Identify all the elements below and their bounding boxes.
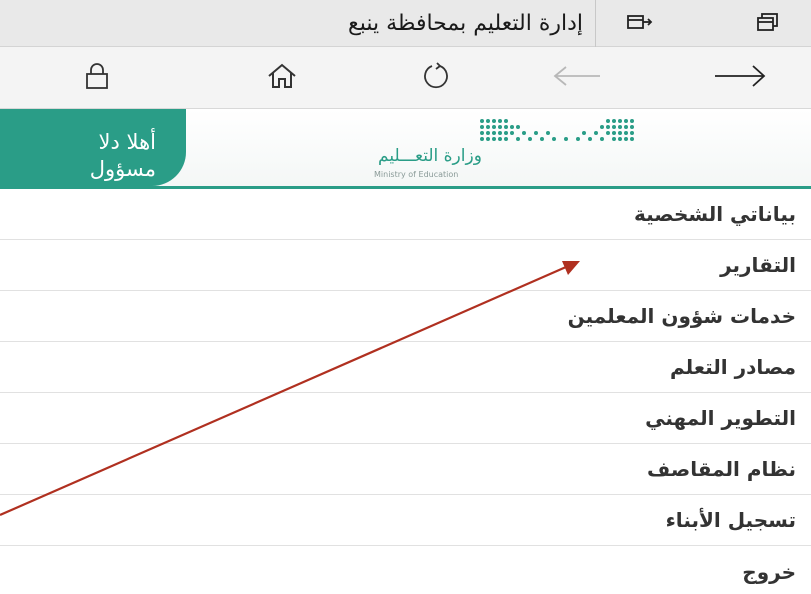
ministry-name-english: Ministry of Education bbox=[374, 170, 459, 179]
menu-item-professional-development[interactable]: التطوير المهني bbox=[0, 393, 811, 444]
menu-item-children-registration[interactable]: تسجيل الأبناء bbox=[0, 495, 811, 546]
menu-item-label: بياناتي الشخصية bbox=[633, 202, 796, 226]
lock-icon bbox=[84, 62, 110, 94]
navigation-bar bbox=[0, 47, 811, 109]
ministry-name-arabic: وزارة التعـــليم bbox=[378, 146, 482, 166]
menu-item-logout[interactable]: خروج bbox=[0, 546, 811, 594]
tab-switcher-button[interactable] bbox=[738, 0, 798, 47]
user-greeting-panel: أهلا دلا مسؤول bbox=[0, 109, 186, 186]
back-button[interactable] bbox=[542, 47, 612, 109]
menu-item-reports[interactable]: التقارير bbox=[0, 240, 811, 291]
tab-divider bbox=[595, 0, 596, 47]
home-button[interactable] bbox=[252, 47, 312, 109]
menu-item-personal-data[interactable]: بياناتي الشخصية bbox=[0, 189, 811, 240]
menu-item-canteen-system[interactable]: نظام المقاصف bbox=[0, 444, 811, 495]
set-aside-tabs-button[interactable] bbox=[610, 0, 670, 47]
refresh-icon bbox=[421, 61, 451, 95]
arrow-left-icon bbox=[552, 65, 602, 91]
ministry-logo[interactable]: وزارة التعـــليم Ministry of Education bbox=[370, 117, 690, 185]
menu-item-label: خدمات شؤون المعلمين bbox=[567, 304, 796, 328]
menu-item-label: مصادر التعلم bbox=[669, 355, 796, 379]
menu-item-label: نظام المقاصف bbox=[647, 457, 796, 481]
refresh-button[interactable] bbox=[406, 47, 466, 109]
reading-lock-button[interactable] bbox=[62, 47, 132, 109]
tab-bar: إدارة التعليم بمحافظة ينبع bbox=[0, 0, 811, 47]
arrow-right-icon bbox=[713, 64, 767, 92]
tab-title[interactable]: إدارة التعليم بمحافظة ينبع bbox=[348, 0, 583, 47]
menu-item-label: خروج bbox=[742, 559, 796, 584]
menu-item-label: التقارير bbox=[720, 253, 796, 277]
home-icon bbox=[267, 62, 297, 94]
browser-window: إدارة التعليم بمحافظة ينبع أهلا دلا مسؤو… bbox=[0, 0, 811, 594]
menu-item-teacher-affairs[interactable]: خدمات شؤون المعلمين bbox=[0, 291, 811, 342]
main-menu: بياناتي الشخصية التقارير خدمات شؤون المع… bbox=[0, 189, 811, 594]
menu-item-label: التطوير المهني bbox=[645, 406, 796, 430]
site-header: أهلا دلا مسؤول وزارة التعـــليم Ministry… bbox=[0, 109, 811, 189]
menu-item-label: تسجيل الأبناء bbox=[665, 508, 796, 532]
greeting-text: أهلا دلا bbox=[98, 130, 156, 154]
menu-item-learning-resources[interactable]: مصادر التعلم bbox=[0, 342, 811, 393]
ministry-logo-mark-icon bbox=[480, 119, 634, 141]
tabs-icon bbox=[756, 12, 780, 36]
user-role-text: مسؤول bbox=[89, 157, 156, 181]
forward-button[interactable] bbox=[700, 47, 780, 109]
set-aside-tabs-icon bbox=[627, 13, 653, 35]
